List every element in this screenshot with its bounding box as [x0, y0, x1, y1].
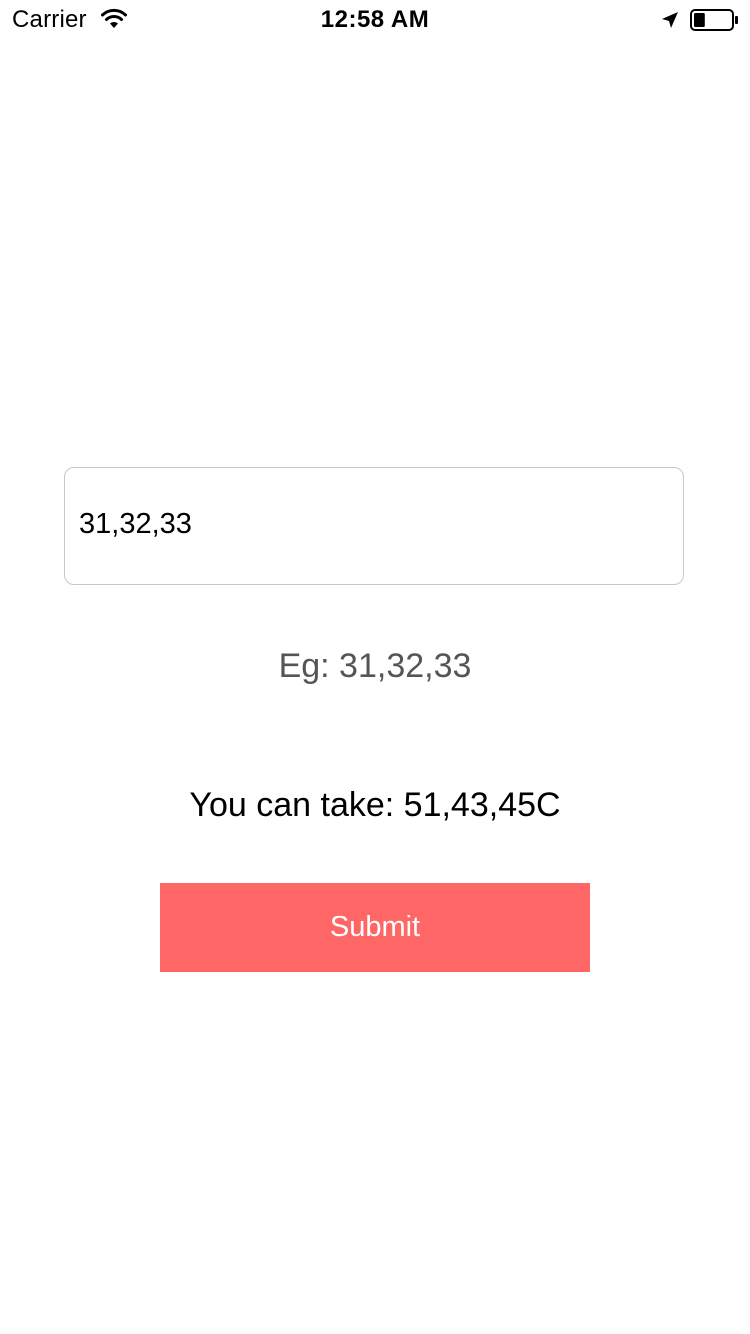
- battery-icon: [690, 9, 738, 31]
- numbers-input-field[interactable]: [64, 467, 684, 585]
- numbers-input[interactable]: [79, 508, 669, 541]
- status-bar: Carrier 12:58 AM: [0, 0, 750, 40]
- status-time: 12:58 AM: [320, 6, 430, 33]
- location-arrow-icon: [662, 12, 678, 28]
- example-hint: Eg: 31,32,33: [278, 647, 472, 685]
- submit-button[interactable]: Submit: [160, 883, 590, 972]
- result-label: You can take: 51,43,45C: [189, 786, 561, 824]
- app-screen: Carrier 12:58 AM Eg: 31,32,33 You can ta…: [0, 0, 750, 1334]
